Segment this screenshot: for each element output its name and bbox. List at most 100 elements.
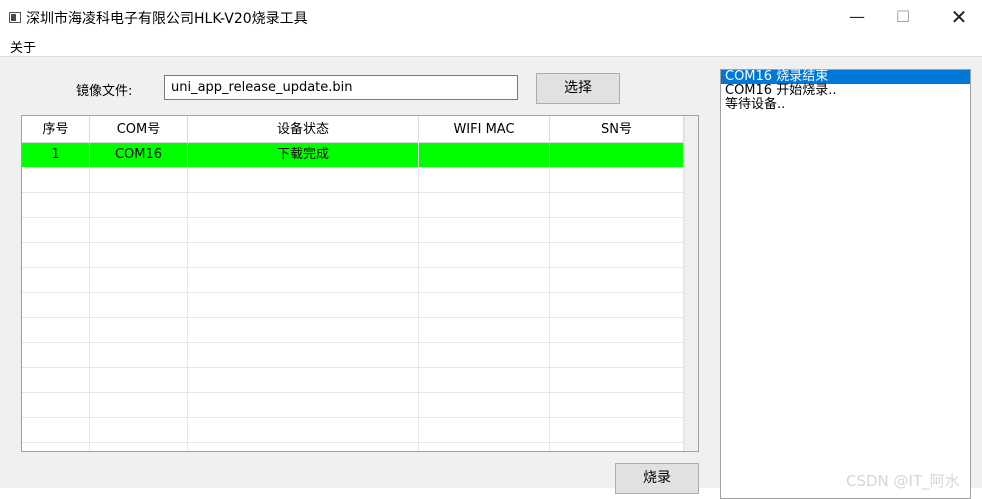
cell-wifi-mac xyxy=(419,143,550,167)
column-header-com[interactable]: COM号 xyxy=(90,116,188,143)
table-cell-empty xyxy=(22,218,90,242)
table-cell-empty xyxy=(550,218,684,242)
table-cell-empty xyxy=(188,168,419,192)
column-header-index[interactable]: 序号 xyxy=(22,116,90,143)
table-row[interactable]: 1 COM16 下载完成 xyxy=(22,143,684,168)
menu-item-about[interactable]: 关于 xyxy=(10,37,36,56)
table-cell-empty xyxy=(188,218,419,242)
app-icon xyxy=(9,12,21,23)
table-cell-empty xyxy=(188,318,419,342)
title-bar: 深圳市海凌科电子有限公司HLK-V20烧录工具 — ☐ ✕ xyxy=(0,0,982,34)
table-cell-empty xyxy=(419,318,550,342)
table-cell-empty xyxy=(550,268,684,292)
column-header-status[interactable]: 设备状态 xyxy=(188,116,419,143)
table-row-empty xyxy=(22,443,684,451)
table-row-empty xyxy=(22,268,684,293)
column-header-sn[interactable]: SN号 xyxy=(550,116,684,143)
log-list[interactable]: COM16 烧录结束 COM16 开始烧录.. 等待设备.. xyxy=(720,69,971,499)
table-cell-empty xyxy=(90,418,188,442)
table-cell-empty xyxy=(188,193,419,217)
table-cell-empty xyxy=(188,393,419,417)
table-row-empty xyxy=(22,293,684,318)
device-table: 序号 COM号 设备状态 WIFI MAC SN号 1 COM16 下载完成 xyxy=(21,115,699,452)
table-cell-empty xyxy=(419,168,550,192)
table-cell-empty xyxy=(419,243,550,267)
table-cell-empty xyxy=(550,368,684,392)
table-cell-empty xyxy=(550,193,684,217)
table-cell-empty xyxy=(90,368,188,392)
table-cell-empty xyxy=(188,418,419,442)
table-cell-empty xyxy=(188,293,419,317)
table-cell-empty xyxy=(188,343,419,367)
table-cell-empty xyxy=(90,193,188,217)
table-cell-empty xyxy=(90,393,188,417)
cell-com: COM16 xyxy=(90,143,188,167)
table-cell-empty xyxy=(188,243,419,267)
table-cell-empty xyxy=(550,168,684,192)
image-file-input[interactable] xyxy=(164,75,518,100)
table-row-empty xyxy=(22,368,684,393)
column-header-wifi-mac[interactable]: WIFI MAC xyxy=(419,116,550,143)
table-cell-empty xyxy=(419,443,550,451)
table-cell-empty xyxy=(90,168,188,192)
log-item[interactable]: COM16 开始烧录.. xyxy=(721,84,970,98)
table-cell-empty xyxy=(90,218,188,242)
cell-sn xyxy=(550,143,684,167)
minimize-button[interactable]: — xyxy=(834,0,880,34)
table-cell-empty xyxy=(22,418,90,442)
table-cell-empty xyxy=(419,268,550,292)
image-file-label: 镜像文件: xyxy=(76,84,133,99)
table-cell-empty xyxy=(90,243,188,267)
table-row-empty xyxy=(22,318,684,343)
table-row-empty xyxy=(22,168,684,193)
table-cell-empty xyxy=(419,368,550,392)
table-cell-empty xyxy=(90,318,188,342)
table-row-empty xyxy=(22,218,684,243)
table-cell-empty xyxy=(188,443,419,451)
table-cell-empty xyxy=(550,393,684,417)
burn-button[interactable]: 烧录 xyxy=(615,463,699,494)
table-cell-empty xyxy=(550,318,684,342)
app-window: 深圳市海凌科电子有限公司HLK-V20烧录工具 — ☐ ✕ 关于 镜像文件: 选… xyxy=(0,0,982,499)
table-cell-empty xyxy=(550,293,684,317)
table-row-empty xyxy=(22,193,684,218)
table-cell-empty xyxy=(188,368,419,392)
table-cell-empty xyxy=(22,168,90,192)
log-item[interactable]: 等待设备.. xyxy=(721,98,970,112)
table-row-empty xyxy=(22,343,684,368)
window-title: 深圳市海凌科电子有限公司HLK-V20烧录工具 xyxy=(26,11,308,27)
table-cell-empty xyxy=(419,343,550,367)
table-row-empty xyxy=(22,418,684,443)
table-cell-empty xyxy=(419,393,550,417)
table-cell-empty xyxy=(419,293,550,317)
maximize-button[interactable]: ☐ xyxy=(880,0,926,34)
table-cell-empty xyxy=(22,318,90,342)
table-cell-empty xyxy=(90,293,188,317)
table-cell-empty xyxy=(419,218,550,242)
close-button[interactable]: ✕ xyxy=(936,0,982,34)
table-cell-empty xyxy=(550,418,684,442)
table-row-empty xyxy=(22,393,684,418)
log-item-selected[interactable]: COM16 烧录结束 xyxy=(721,70,970,84)
table-cell-empty xyxy=(550,243,684,267)
table-cell-empty xyxy=(550,343,684,367)
table-cell-empty xyxy=(22,343,90,367)
cell-index: 1 xyxy=(22,143,90,167)
table-cell-empty xyxy=(188,268,419,292)
table-cell-empty xyxy=(419,193,550,217)
table-cell-empty xyxy=(22,293,90,317)
table-cell-empty xyxy=(90,443,188,451)
select-file-button[interactable]: 选择 xyxy=(536,73,620,104)
table-cell-empty xyxy=(22,193,90,217)
table-cell-empty xyxy=(90,268,188,292)
table-row-empty xyxy=(22,243,684,268)
cell-status: 下载完成 xyxy=(188,143,419,167)
table-cell-empty xyxy=(22,268,90,292)
table-cell-empty xyxy=(22,243,90,267)
table-scrollbar[interactable] xyxy=(684,116,698,451)
menu-bar: 关于 xyxy=(0,34,982,57)
table-cell-empty xyxy=(550,443,684,451)
table-cell-empty xyxy=(22,443,90,451)
table-cell-empty xyxy=(22,368,90,392)
table-cell-empty xyxy=(22,393,90,417)
